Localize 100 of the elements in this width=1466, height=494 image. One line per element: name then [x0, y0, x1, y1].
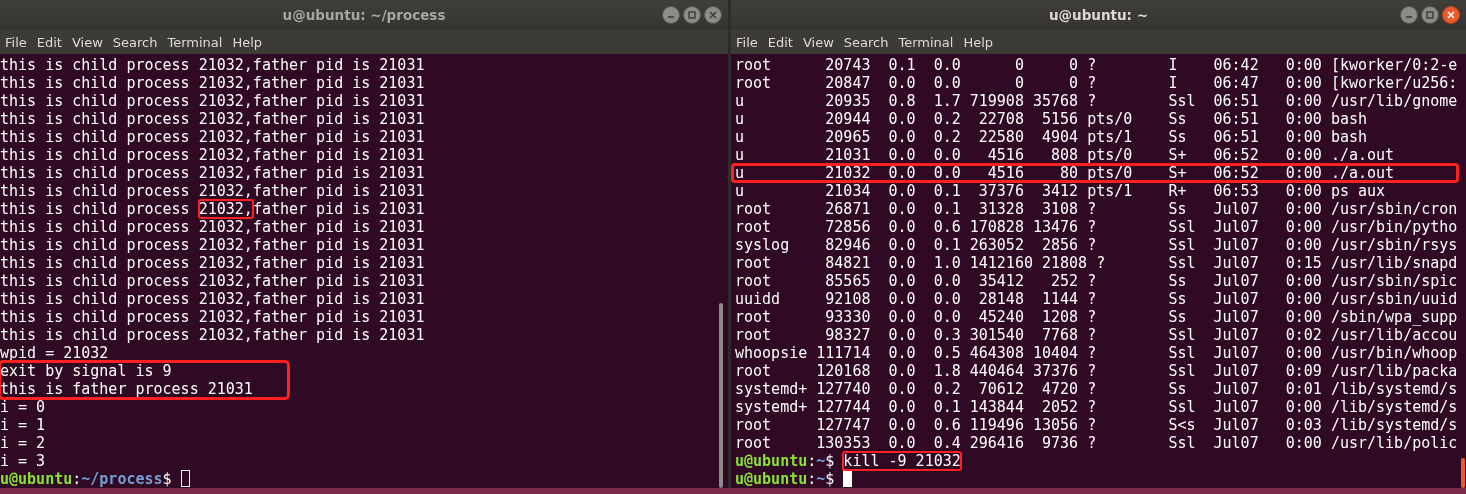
- table-cell: 0.0: [888, 434, 916, 452]
- table-cell: /usr/bin/whoop: [1330, 344, 1458, 362]
- table-cell: 0: [1069, 56, 1079, 74]
- menu-item[interactable]: View: [66, 34, 108, 50]
- maximize-icon: [688, 11, 696, 19]
- table-cell: /usr/sbin/rsys: [1330, 236, 1458, 254]
- table-cell: ?: [1087, 218, 1097, 236]
- table-cell: 0.4: [933, 434, 961, 452]
- table-cell: 0:09: [1285, 362, 1322, 380]
- table-cell: ps aux: [1330, 182, 1386, 200]
- table-cell: ?: [1087, 272, 1097, 290]
- output-line: this is child process 21032,father pid is 21031: [0, 218, 426, 236]
- table-cell: 0.0: [888, 344, 916, 362]
- table-cell: 0.8: [888, 92, 916, 110]
- table-cell: syslog: [735, 236, 790, 254]
- table-cell: 296416: [969, 434, 1024, 452]
- menu-item[interactable]: Terminal: [893, 34, 959, 50]
- table-cell: root: [735, 200, 772, 218]
- menu-item[interactable]: File: [0, 34, 32, 50]
- table-cell: 0.0: [933, 146, 961, 164]
- table-cell: root: [735, 326, 772, 344]
- table-cell: 0:00: [1285, 92, 1322, 110]
- table-cell: 0:00: [1285, 398, 1322, 416]
- table-cell: 28148: [978, 290, 1024, 308]
- table-cell: 0:00: [1285, 182, 1322, 200]
- output-line: this is child process 21032,father pid is 21031: [0, 290, 426, 308]
- table-cell: 37376: [1032, 362, 1079, 380]
- table-cell: pts/0: [1087, 110, 1133, 128]
- table-cell: Ssl: [1168, 398, 1196, 416]
- table-cell: 0.0: [888, 236, 916, 254]
- table-cell: ?: [1087, 398, 1097, 416]
- table-cell: 0.0: [888, 200, 916, 218]
- output-line: this is child process 21032,father pid is 21031: [0, 254, 426, 272]
- table-cell: /usr/lib/accou: [1330, 326, 1458, 344]
- menu-item[interactable]: Terminal: [162, 34, 228, 50]
- output-line: this is child process 21032,father pid is 21031: [0, 110, 426, 128]
- table-cell: Ss: [1168, 272, 1187, 290]
- table-cell: 0:00: [1285, 344, 1322, 362]
- table-cell: 0: [1014, 56, 1024, 74]
- prompt-user-host: u@ubuntu: [735, 470, 808, 488]
- table-cell: 0:00: [1285, 434, 1322, 452]
- menu-item[interactable]: Edit: [762, 34, 798, 50]
- prompt-symbol: $: [162, 470, 172, 488]
- minimize-button[interactable]: [662, 6, 680, 24]
- minimize-button[interactable]: [1400, 6, 1418, 24]
- maximize-button[interactable]: [683, 6, 701, 24]
- scrollbar-thumb[interactable]: [719, 303, 723, 488]
- table-cell: 0.2: [933, 110, 961, 128]
- menu-item[interactable]: Help: [958, 34, 999, 50]
- table-cell: ?: [1087, 56, 1097, 74]
- table-cell: 70612: [978, 380, 1024, 398]
- table-cell: 0.1: [933, 236, 961, 254]
- menu-item[interactable]: Help: [227, 34, 268, 50]
- table-cell: Jul07: [1213, 200, 1259, 218]
- table-cell: Ssl: [1168, 254, 1196, 272]
- menu-item[interactable]: Search: [107, 34, 163, 50]
- output-line: this is child process 21032,father pid is 21031: [0, 326, 426, 344]
- menu-item[interactable]: View: [797, 34, 839, 50]
- table-cell: 4720: [1042, 380, 1079, 398]
- table-cell: 0:15: [1285, 254, 1322, 272]
- table-cell: 92108: [825, 290, 871, 308]
- table-cell: Jul07: [1213, 416, 1259, 434]
- table-cell: ./a.out: [1330, 146, 1395, 164]
- prompt-symbol: $: [825, 470, 835, 488]
- table-cell: ?: [1096, 254, 1106, 272]
- table-cell: 0.0: [888, 380, 916, 398]
- table-cell: 263052: [969, 236, 1024, 254]
- menu-item[interactable]: File: [731, 34, 763, 50]
- table-cell: 21808: [1042, 254, 1088, 272]
- scrollbar-thumb[interactable]: [1461, 458, 1465, 488]
- close-button[interactable]: [1442, 6, 1460, 24]
- table-cell: 0.0: [888, 146, 916, 164]
- maximize-button[interactable]: [1421, 6, 1439, 24]
- table-cell: 13476: [1032, 218, 1079, 236]
- table-cell: Ssl: [1168, 236, 1196, 254]
- table-cell: pts/1: [1087, 128, 1133, 146]
- prompt-separator: :: [807, 452, 817, 470]
- table-cell: Jul07: [1213, 308, 1259, 326]
- table-cell: 10404: [1032, 344, 1079, 362]
- table-cell: u: [735, 92, 745, 110]
- text-cursor: [843, 470, 853, 487]
- table-cell: 0.0: [933, 272, 961, 290]
- prompt-user-host: u@ubuntu: [0, 470, 73, 488]
- output-line: this is child process 21032,father pid is 21031: [0, 56, 426, 74]
- table-cell: 20965: [825, 128, 871, 146]
- table-cell: 0.5: [933, 344, 961, 362]
- table-cell: root: [735, 272, 772, 290]
- table-cell: root: [735, 362, 772, 380]
- table-cell: bash: [1330, 110, 1368, 128]
- table-cell: 1412160: [969, 254, 1033, 272]
- table-cell: 0:01: [1285, 380, 1322, 398]
- table-cell: 0.0: [933, 164, 961, 182]
- table-cell: Ssl: [1168, 362, 1196, 380]
- table-cell: 0.1: [933, 200, 961, 218]
- menu-item[interactable]: Edit: [31, 34, 67, 50]
- table-cell: whoopsie: [735, 344, 808, 362]
- table-cell: 0:00: [1285, 74, 1322, 92]
- menu-item[interactable]: Search: [838, 34, 894, 50]
- table-cell: 440464: [969, 362, 1024, 380]
- table-cell: 93330: [825, 308, 871, 326]
